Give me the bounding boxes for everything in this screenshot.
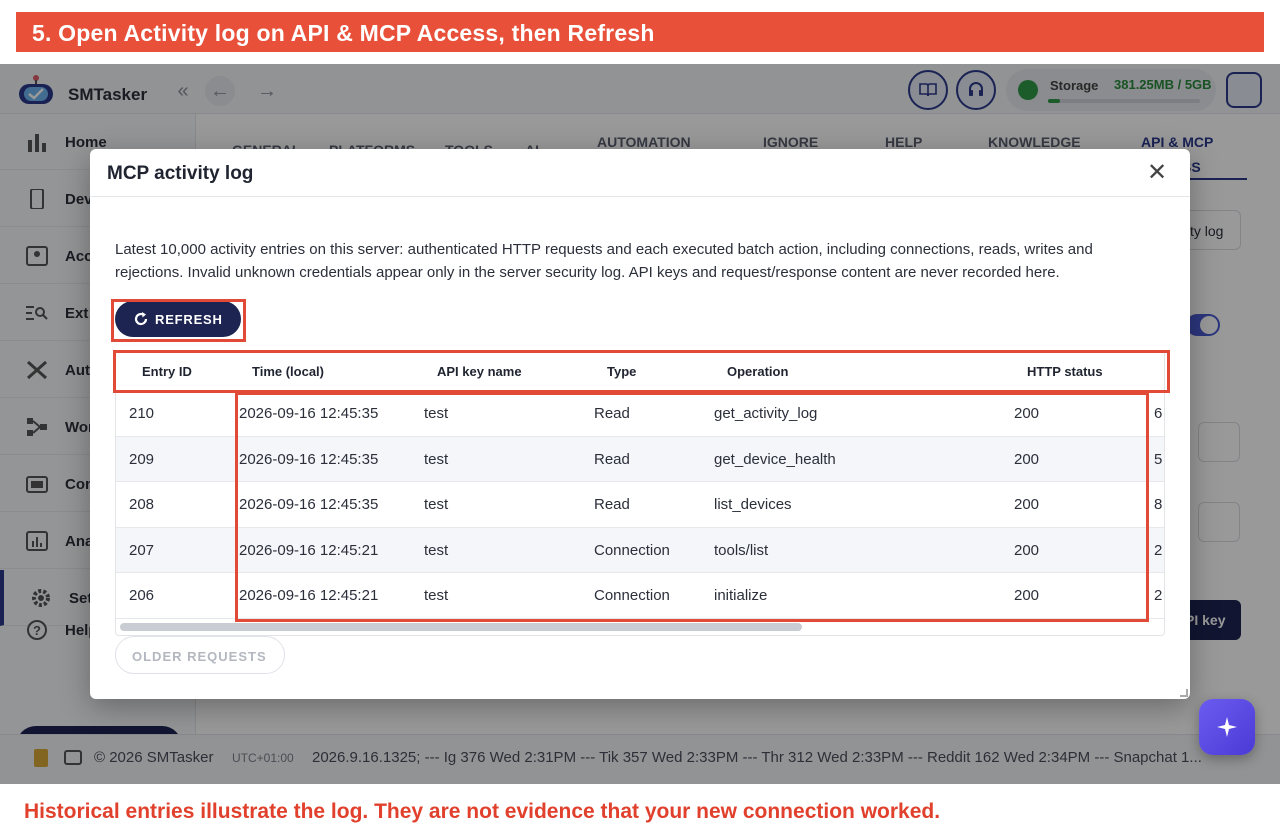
truncated-cell: 8 <box>1154 496 1163 513</box>
entry-id-cell: 208 <box>129 496 155 513</box>
highlight-table-rows <box>235 392 1149 622</box>
dialog-title: MCP activity log <box>107 163 254 184</box>
dialog-description: Latest 10,000 activity entries on this s… <box>115 241 1093 281</box>
truncated-cell: 6 <box>1154 405 1163 422</box>
entry-id-cell: 207 <box>129 541 155 559</box>
entry-id-cell: 209 <box>129 450 155 468</box>
instruction-banner: 5. Open Activity log on API & MCP Access… <box>16 12 1264 52</box>
older-requests-button[interactable]: OLDER REQUESTS <box>115 636 285 674</box>
highlight-table-header <box>113 350 1170 393</box>
entry-id-cell: 210 <box>129 405 155 422</box>
older-requests-label: OLDER REQUESTS <box>132 649 267 664</box>
truncated-cell: 2 <box>1154 541 1163 559</box>
truncated-cell: 2 <box>1154 587 1163 604</box>
entry-id-cell: 206 <box>129 587 155 604</box>
resize-handle[interactable] <box>1180 689 1188 697</box>
horizontal-scrollbar[interactable] <box>120 623 802 631</box>
sparkle-icon <box>1217 717 1237 737</box>
warning-note: Historical entries illustrate the log. T… <box>24 800 941 823</box>
truncated-cell: 5 <box>1154 450 1163 468</box>
close-icon[interactable]: ✕ <box>1144 161 1170 187</box>
ai-assistant-button[interactable] <box>1199 699 1255 755</box>
dialog-header: MCP activity log ✕ <box>90 149 1190 197</box>
highlight-refresh <box>111 299 246 342</box>
